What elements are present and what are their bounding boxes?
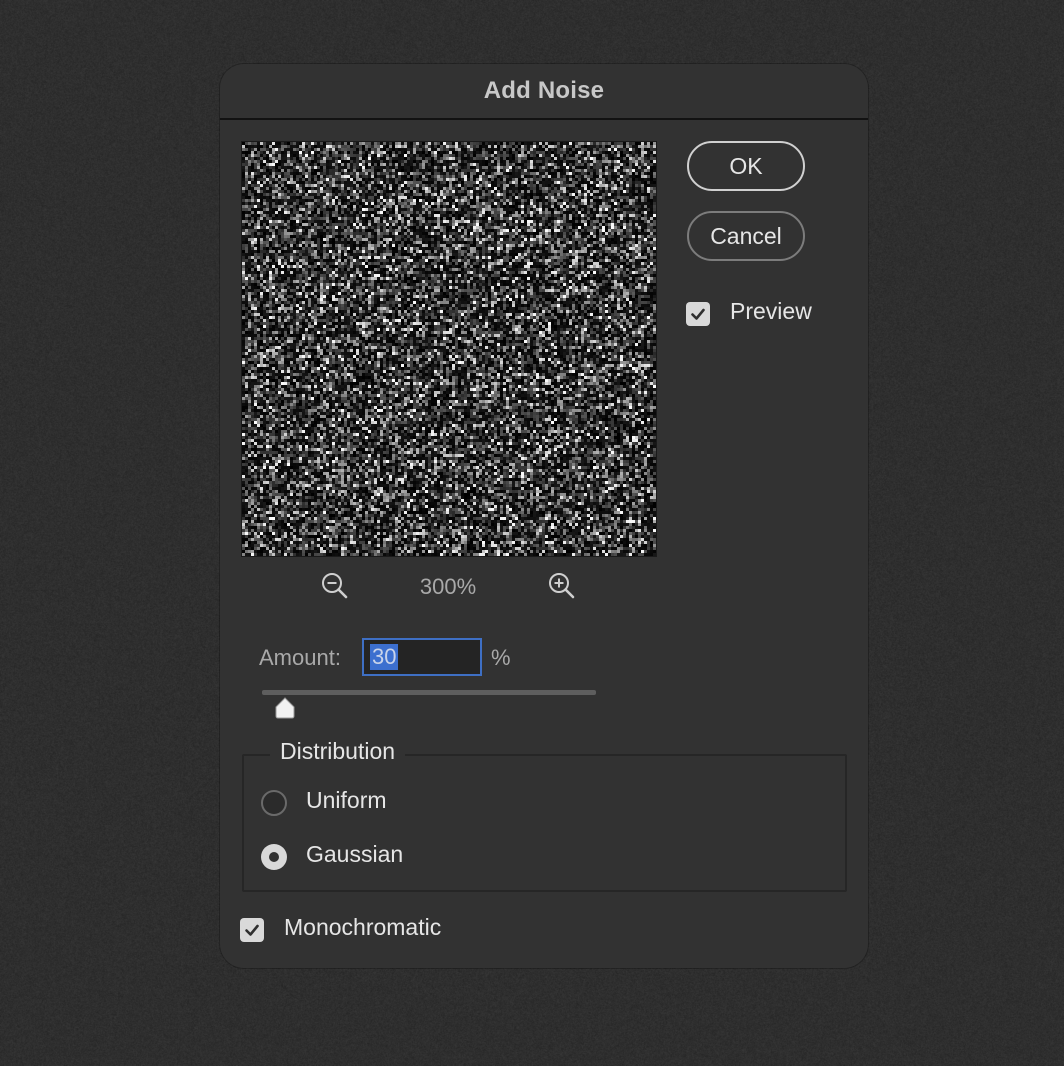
distribution-group [242, 754, 847, 892]
ok-button[interactable]: OK [687, 141, 805, 191]
amount-unit: % [491, 645, 511, 670]
noise-preview[interactable] [241, 141, 657, 557]
zoom-level: 300% [419, 574, 477, 599]
amount-slider-track[interactable] [262, 690, 596, 695]
monochromatic-checkbox[interactable] [240, 918, 264, 942]
amount-label: Amount: [259, 645, 341, 670]
add-noise-dialog: Add Noise 300% OK Cancel Preview Amount:… [220, 64, 868, 968]
preview-checkbox[interactable] [686, 302, 710, 326]
radio-selected-dot [269, 852, 279, 862]
cancel-button[interactable]: Cancel [687, 211, 805, 261]
checkmark-icon [691, 308, 705, 320]
preview-label[interactable]: Preview [730, 298, 812, 325]
zoom-out-icon[interactable] [319, 570, 351, 602]
uniform-radio[interactable] [261, 790, 287, 816]
zoom-in-icon[interactable] [546, 570, 578, 602]
distribution-title: Distribution [270, 738, 406, 765]
gaussian-label[interactable]: Gaussian [306, 841, 403, 868]
amount-slider-thumb[interactable] [273, 696, 297, 720]
uniform-label[interactable]: Uniform [306, 787, 387, 814]
dialog-title: Add Noise [483, 77, 605, 104]
amount-value[interactable]: 30 [370, 644, 399, 670]
monochromatic-label[interactable]: Monochromatic [284, 914, 441, 941]
checkmark-icon [245, 924, 259, 936]
amount-input[interactable]: 30 [362, 638, 482, 676]
dialog-title-bar: Add Noise [220, 64, 868, 120]
gaussian-radio[interactable] [261, 844, 287, 870]
